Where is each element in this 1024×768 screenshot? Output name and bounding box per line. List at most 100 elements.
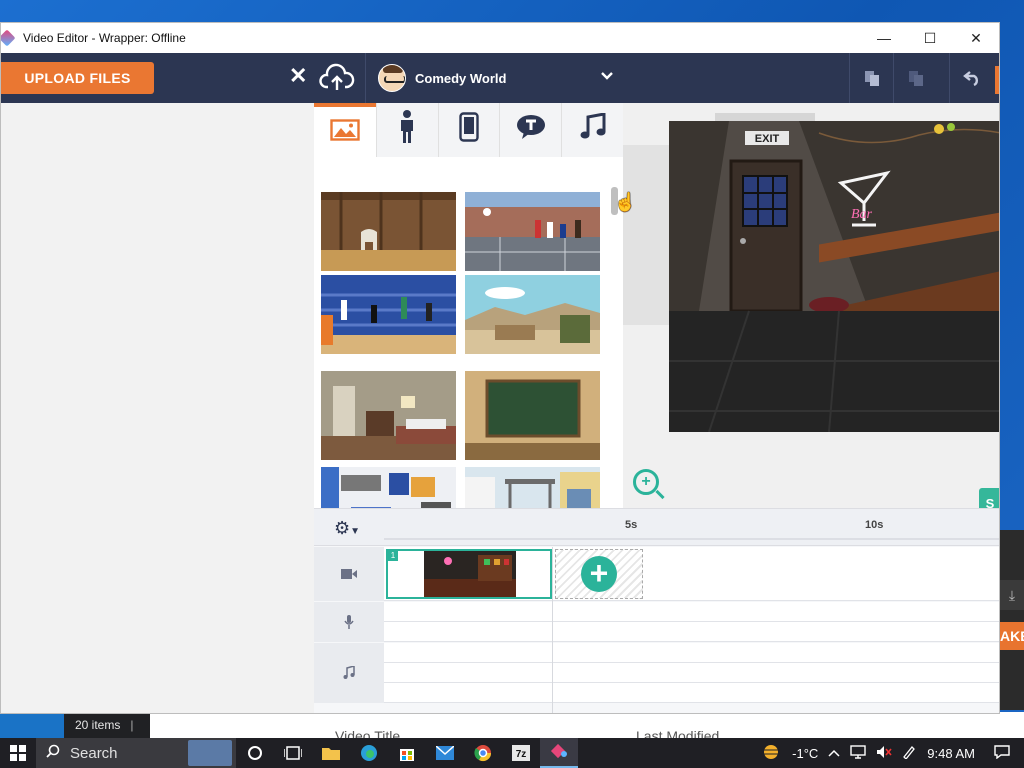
cortana-icon[interactable]: [236, 738, 274, 768]
asset-library: [314, 103, 623, 528]
camera-icon: [341, 569, 357, 579]
library-tabs: [314, 103, 623, 157]
scene-clip[interactable]: 1: [386, 549, 552, 599]
maximize-button[interactable]: ☐: [907, 23, 953, 53]
search-icon: [46, 744, 60, 762]
gear-icon[interactable]: ⚙▼: [334, 518, 360, 539]
voice-track-1[interactable]: [384, 602, 999, 622]
status-separator: |: [130, 718, 134, 732]
background-thumb-classroom[interactable]: [465, 371, 600, 460]
make-button-peek[interactable]: AKE: [1000, 622, 1024, 650]
timeline-ruler[interactable]: 5s 10s: [384, 509, 999, 546]
video-editor-taskbar-icon[interactable]: [540, 738, 578, 768]
clock-time[interactable]: 9:48 AM: [921, 746, 989, 761]
item-count: 20 items: [75, 718, 121, 732]
download-icon[interactable]: ⤓: [1000, 580, 1024, 610]
music-track-1[interactable]: [384, 643, 999, 663]
notification-icon[interactable]: [989, 744, 1024, 762]
image-icon: [330, 117, 360, 148]
close-window-button[interactable]: ✕: [953, 23, 999, 53]
background-thumb-barn[interactable]: [321, 192, 456, 271]
music-icon: [580, 111, 606, 148]
theme-selector[interactable]: Comedy World: [365, 53, 622, 103]
store-icon[interactable]: [388, 738, 426, 768]
plus-icon: +: [581, 556, 617, 592]
background-thumb-basketball-court[interactable]: [465, 192, 600, 271]
stage-area: EXIT Bar + S: [623, 103, 999, 528]
voice-track-label: [314, 602, 384, 642]
person-icon: [397, 109, 417, 151]
cloud-upload-icon[interactable]: [319, 63, 355, 93]
file-explorer-icon[interactable]: [312, 738, 350, 768]
chrome-icon[interactable]: [464, 738, 502, 768]
phone-icon: [459, 111, 479, 149]
pen-icon[interactable]: [897, 745, 921, 762]
title-bar: Video Editor - Wrapper: Offline — ☐ ✕: [1, 23, 999, 53]
minimize-button[interactable]: —: [861, 23, 907, 53]
app-logo-icon: [1, 30, 19, 46]
explorer-status-accent: [0, 712, 64, 738]
music-track-3[interactable]: [384, 683, 999, 703]
video-editor-window: Video Editor - Wrapper: Offline — ☐ ✕ UP…: [0, 22, 1000, 714]
video-track-label: [314, 547, 384, 601]
tab-text[interactable]: [499, 103, 562, 157]
microphone-icon: [344, 615, 354, 629]
background-thumb-gym[interactable]: [321, 275, 456, 354]
window-controls: — ☐ ✕: [861, 23, 999, 53]
edge-browser-icon[interactable]: [350, 738, 388, 768]
app-header: UPLOAD FILES ✕ Comedy World: [1, 53, 999, 103]
background-thumb-bedroom[interactable]: [321, 371, 456, 460]
svg-text:7z: 7z: [516, 749, 527, 760]
speech-bubble-icon: [516, 114, 546, 147]
upload-files-button[interactable]: UPLOAD FILES: [1, 62, 154, 94]
stage-ghost-panel: [623, 145, 669, 325]
save-button-edge[interactable]: [995, 66, 999, 94]
add-scene-button[interactable]: +: [555, 549, 643, 599]
background-thumb-desert[interactable]: [465, 275, 600, 354]
music-note-icon: [343, 666, 355, 679]
svg-text:Bar: Bar: [851, 207, 873, 222]
tab-props[interactable]: [437, 103, 500, 157]
system-tray: -1°C 9:48 AM: [755, 738, 1024, 768]
window-title: Video Editor - Wrapper: Offline: [23, 31, 186, 45]
tab-sounds[interactable]: [561, 103, 623, 157]
taskbar: Search 7z -1°C 9:48 AM: [0, 738, 1024, 768]
tab-backgrounds[interactable]: [314, 103, 376, 157]
copy-icon[interactable]: [849, 53, 893, 103]
voice-track-2[interactable]: [384, 622, 999, 642]
volume-muted-icon[interactable]: [871, 745, 897, 762]
timeline-header: ⚙▼ 5s 10s: [314, 509, 999, 546]
theme-name: Comedy World: [415, 70, 507, 86]
undo-icon[interactable]: [949, 53, 993, 103]
windows-start-icon[interactable]: [0, 738, 36, 768]
svg-text:EXIT: EXIT: [755, 133, 780, 145]
music-track-label: [314, 643, 384, 703]
taskbar-search-box[interactable]: Search: [36, 738, 236, 768]
zoom-in-icon[interactable]: +: [633, 469, 659, 495]
search-highlight-icon: [188, 740, 232, 766]
background-window-peek: ⤓ AKE: [1000, 530, 1024, 710]
timeline: ⚙▼ 5s 10s 1 +: [314, 508, 999, 713]
theme-avatar: [378, 64, 406, 92]
scene-preview[interactable]: EXIT Bar: [669, 121, 999, 432]
chevron-down-icon: [600, 68, 614, 84]
mail-icon[interactable]: [426, 738, 464, 768]
header-toolbar: [623, 53, 999, 103]
caret-down-icon: ▼: [350, 526, 361, 537]
seven-zip-icon[interactable]: 7z: [502, 738, 540, 768]
music-track-2[interactable]: [384, 663, 999, 683]
scene-divider: [552, 547, 553, 713]
tick-label: 5s: [625, 519, 638, 531]
tick-label: 10s: [865, 519, 884, 531]
search-label: Search: [70, 744, 118, 762]
left-panel: [1, 103, 314, 713]
hand-cursor-icon: ☝: [614, 192, 637, 212]
chevron-up-icon[interactable]: [823, 746, 845, 761]
weather-icon[interactable]: [755, 744, 787, 763]
temperature[interactable]: -1°C: [787, 746, 823, 761]
paste-icon[interactable]: [893, 53, 937, 103]
network-icon[interactable]: [845, 744, 871, 762]
close-library-button[interactable]: ✕: [289, 63, 307, 89]
tab-characters[interactable]: [375, 103, 438, 157]
task-view-icon[interactable]: [274, 738, 312, 768]
